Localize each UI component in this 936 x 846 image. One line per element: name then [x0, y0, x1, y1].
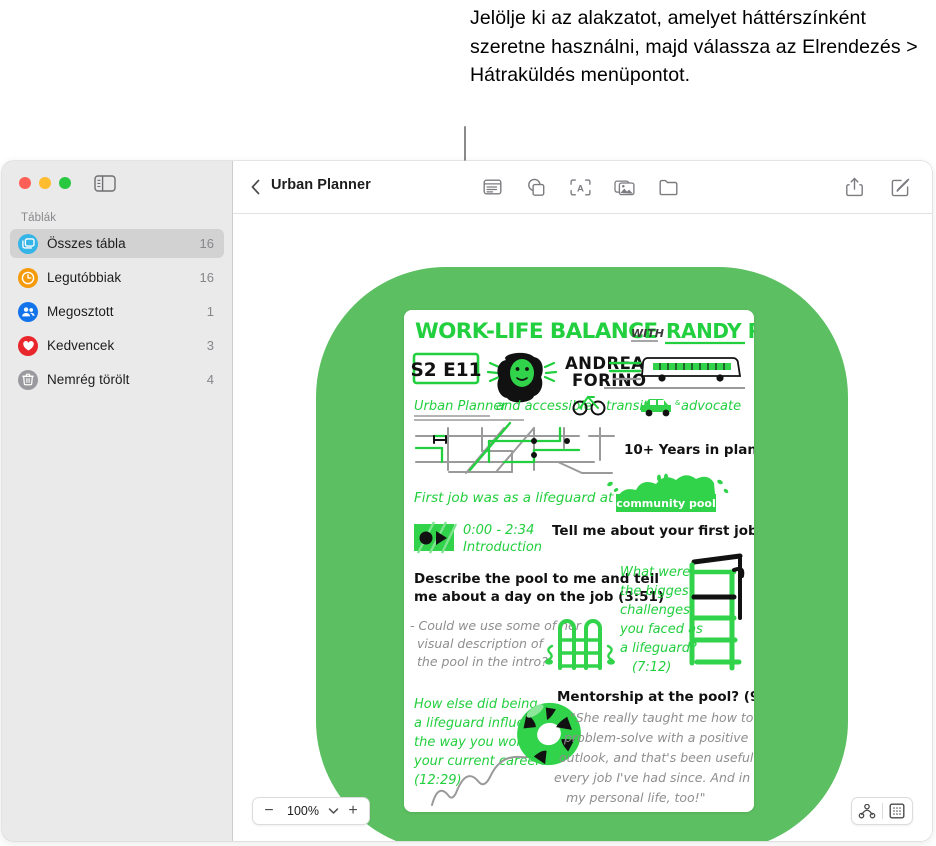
share-icon[interactable] — [842, 174, 866, 200]
sidebar-item-all-boards[interactable]: Összes tábla 16 — [10, 229, 224, 258]
all-boards-icon — [18, 233, 38, 254]
board-note-line2: visual description of — [417, 636, 545, 651]
sidebar-item-recents[interactable]: Legutóbbiak 16 — [10, 263, 224, 292]
board-first-job-text: First job was as a lifeguard at a — [414, 490, 626, 506]
close-window-button[interactable] — [19, 177, 31, 189]
shared-people-icon — [18, 301, 38, 322]
board-question-1: Tell me about your first job (2:34) — [552, 523, 754, 539]
board-question-3-line6: (7:12) — [632, 660, 671, 675]
heart-icon — [18, 335, 38, 356]
board-question-3-line5: a lifeguard? — [620, 641, 697, 656]
whiteboard-sketch-svg: WORK-LIFE BALANCE WITH RANDY RUSSO S2 E1… — [404, 310, 754, 812]
sidebar-toggle-icon[interactable] — [94, 175, 116, 192]
zoom-in-button[interactable]: + — [341, 799, 365, 823]
board-note-line3: the pool in the intro? — [417, 654, 548, 669]
sidebar-item-count: 1 — [206, 304, 214, 319]
sidebar-section-header: Táblák — [21, 212, 57, 224]
board-note-line1: - Could we use some of her — [410, 618, 582, 633]
sidebar-item-label: Megosztott — [47, 304, 114, 319]
video-chapter-thumbnail — [414, 521, 458, 554]
trash-icon — [18, 369, 38, 390]
board-quote-line5: my personal life, too!" — [566, 790, 705, 805]
connection-points-icon[interactable] — [852, 799, 882, 823]
board-question-3-line2: the biggest — [620, 584, 695, 599]
board-episode-badge: S2 E11 — [410, 360, 481, 381]
sticky-note-icon[interactable] — [480, 174, 504, 200]
content-area: Urban Planner A WORK-LIFE BALANCE WITH R… — [233, 161, 932, 841]
toolbar-action-tools — [842, 174, 912, 200]
sidebar-item-count: 4 — [206, 372, 214, 387]
page-title: Urban Planner — [271, 177, 371, 193]
sidebar-nav-list: Összes tábla 16 Legutóbbiak 16 Megosztot… — [10, 229, 224, 399]
sidebar-item-label: Legutóbbiak — [47, 270, 122, 285]
board-years-text: 10+ Years in planning — [624, 442, 754, 458]
minimize-window-button[interactable] — [39, 177, 51, 189]
sidebar-item-label: Nemrég törölt — [47, 372, 130, 387]
zoom-level-value[interactable]: 100% — [281, 804, 325, 818]
sidebar-item-favorites[interactable]: Kedvencek 3 — [10, 331, 224, 360]
whiteboard-sketch-card[interactable]: WORK-LIFE BALANCE WITH RANDY RUSSO S2 E1… — [404, 310, 754, 812]
freeform-app-window: Táblák Összes tábla 16 Legutóbbiak 16 Me… — [2, 161, 932, 841]
sidebar-item-count: 3 — [206, 338, 214, 353]
text-box-icon[interactable]: A — [568, 174, 592, 200]
grid-view-icon[interactable] — [882, 799, 912, 823]
toolbar-insert-tools: A — [480, 174, 680, 200]
sidebar: Táblák Összes tábla 16 Legutóbbiak 16 Me… — [2, 161, 233, 841]
zoom-out-button[interactable]: − — [257, 799, 281, 823]
sidebar-item-label: Kedvencek — [47, 338, 115, 353]
board-subtitle-d: advocate — [681, 399, 741, 414]
board-title-with: WITH — [631, 327, 664, 340]
media-icon[interactable] — [612, 174, 636, 200]
sidebar-item-label: Összes tábla — [47, 236, 126, 251]
board-timecode: 0:00 - 2:34 — [463, 523, 534, 538]
board-question-3-line1: What were — [620, 565, 690, 580]
zoom-control-group: − 100% + — [252, 797, 370, 825]
board-pool-highlight-text: community pool — [616, 497, 715, 510]
document-toolbar: Urban Planner A — [233, 161, 932, 214]
shapes-icon[interactable] — [524, 174, 548, 200]
board-question-3-line3: challenges — [620, 603, 690, 618]
board-chapter-name: Introduction — [463, 540, 542, 555]
zoom-window-button[interactable] — [59, 177, 71, 189]
view-control-group — [850, 797, 913, 825]
chevron-left-icon[interactable] — [247, 176, 265, 198]
board-quote-line4: every job I've had since. And in — [554, 770, 750, 785]
sidebar-item-shared[interactable]: Megosztott 1 — [10, 297, 224, 326]
svg-text:A: A — [577, 183, 584, 194]
clock-icon — [18, 267, 38, 288]
file-folder-icon[interactable] — [656, 174, 680, 200]
board-title-guest: RANDY RUSSO — [666, 319, 754, 343]
board-subtitle-a: Urban Planner — [414, 399, 508, 414]
window-traffic-lights — [19, 177, 71, 189]
board-quote-line2: problem-solve with a positive — [563, 730, 749, 745]
markup-icon[interactable] — [888, 174, 912, 200]
sidebar-item-count: 16 — [199, 270, 214, 285]
board-quote-line3: outlook, and that's been useful in — [559, 750, 754, 765]
board-question-4-line1: How else did being — [414, 697, 538, 712]
board-quote-line1: "She really taught me how to — [570, 710, 754, 725]
board-title-main: WORK-LIFE BALANCE — [415, 319, 657, 344]
board-question-4-line5: (12:29) — [414, 773, 462, 788]
chevron-down-icon[interactable] — [325, 807, 341, 815]
board-question-5: Mentorship at the pool? (9:33) — [557, 689, 754, 705]
board-canvas[interactable]: WORK-LIFE BALANCE WITH RANDY RUSSO S2 E1… — [233, 213, 932, 841]
instruction-callout-text: Jelölje ki az alakzatot, amelyet háttérs… — [470, 7, 918, 86]
sidebar-item-recently-deleted[interactable]: Nemrég törölt 4 — [10, 365, 224, 394]
sidebar-item-count: 16 — [199, 236, 214, 251]
